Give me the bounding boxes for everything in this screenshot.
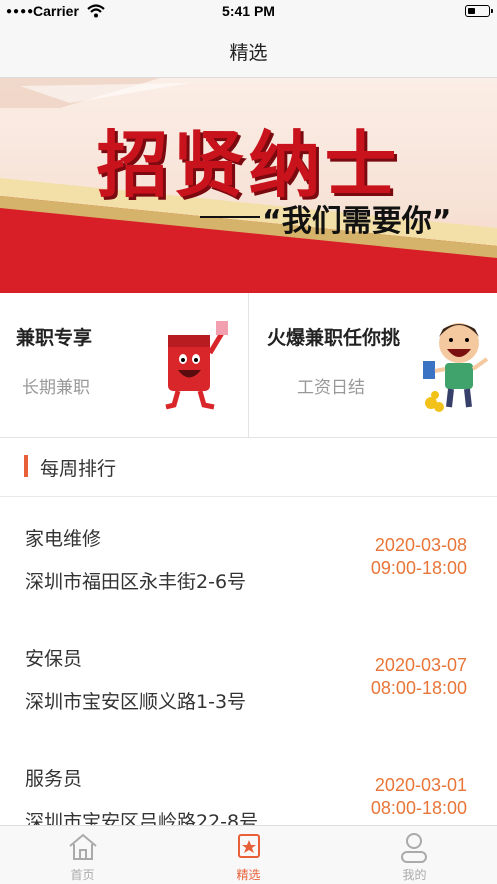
tab-featured[interactable]: 精选: [166, 826, 331, 884]
job-date: 2020-03-07: [374, 655, 467, 675]
job-hours: 08:00-18:00: [370, 678, 467, 698]
job-list-item[interactable]: 安保员 深圳市宝安区顺义路1-3号 2020-03-07 08:00-18:00: [0, 617, 497, 738]
tab-label: 我的: [402, 868, 427, 882]
job-title: 家电维修: [25, 528, 102, 550]
navigation-bar: 精选: [0, 24, 497, 78]
section-accent-bar: [24, 455, 28, 477]
banner-dash: [200, 216, 260, 218]
category-title: 兼职专享: [16, 327, 93, 349]
featured-icon: [238, 834, 260, 858]
status-bar: ●●●● Carrier 5:41 PM: [0, 0, 497, 24]
cheerful-man-mascot-icon: [423, 323, 489, 412]
tab-mine[interactable]: 我的: [332, 826, 497, 884]
battery-level: [467, 7, 475, 14]
category-subtitle: 工资日结: [297, 378, 365, 398]
job-title: 服务员: [25, 768, 83, 790]
job-date: 2020-03-01: [374, 775, 467, 795]
clock-time: 5:41 PM: [222, 3, 275, 19]
battery-nub: [491, 9, 493, 13]
job-address: 深圳市宝安区顺义路1-3号: [25, 691, 247, 713]
job-hours: 08:00-18:00: [370, 798, 467, 818]
banner-tagline: “我们需要你”: [262, 204, 452, 239]
job-list-item[interactable]: 家电维修 深圳市福田区永丰街2-6号 2020-03-08 09:00-18:0…: [0, 497, 497, 618]
section-title: 每周排行: [40, 458, 117, 480]
job-title: 安保员: [25, 648, 83, 670]
tab-label: 首页: [70, 868, 95, 882]
category-panel: 兼职专享 长期兼职 火爆兼职任你挑 工资日结: [0, 293, 497, 438]
category-hot-part-time[interactable]: 火爆兼职任你挑 工资日结: [249, 293, 497, 437]
job-date: 2020-03-08: [374, 535, 467, 555]
job-hours: 09:00-18:00: [370, 558, 467, 578]
category-title: 火爆兼职任你挑: [267, 327, 401, 349]
weekly-ranking-header: 每周排行: [0, 437, 497, 497]
tab-home[interactable]: 首页: [0, 826, 165, 884]
tab-bar: 首页 精选 我的: [0, 825, 497, 884]
category-part-time-exclusive[interactable]: 兼职专享 长期兼职: [0, 293, 249, 437]
red-envelope-mascot-icon: [165, 321, 228, 410]
category-subtitle: 长期兼职: [22, 378, 90, 398]
tab-label: 精选: [236, 868, 261, 882]
user-icon: [401, 833, 427, 863]
page-title: 精选: [229, 42, 268, 64]
job-address: 深圳市福田区永丰街2-6号: [25, 571, 247, 593]
home-icon: [69, 833, 97, 860]
battery-icon: [465, 5, 493, 17]
recruitment-banner[interactable]: 招贤纳士 “我们需要你”: [0, 78, 497, 293]
